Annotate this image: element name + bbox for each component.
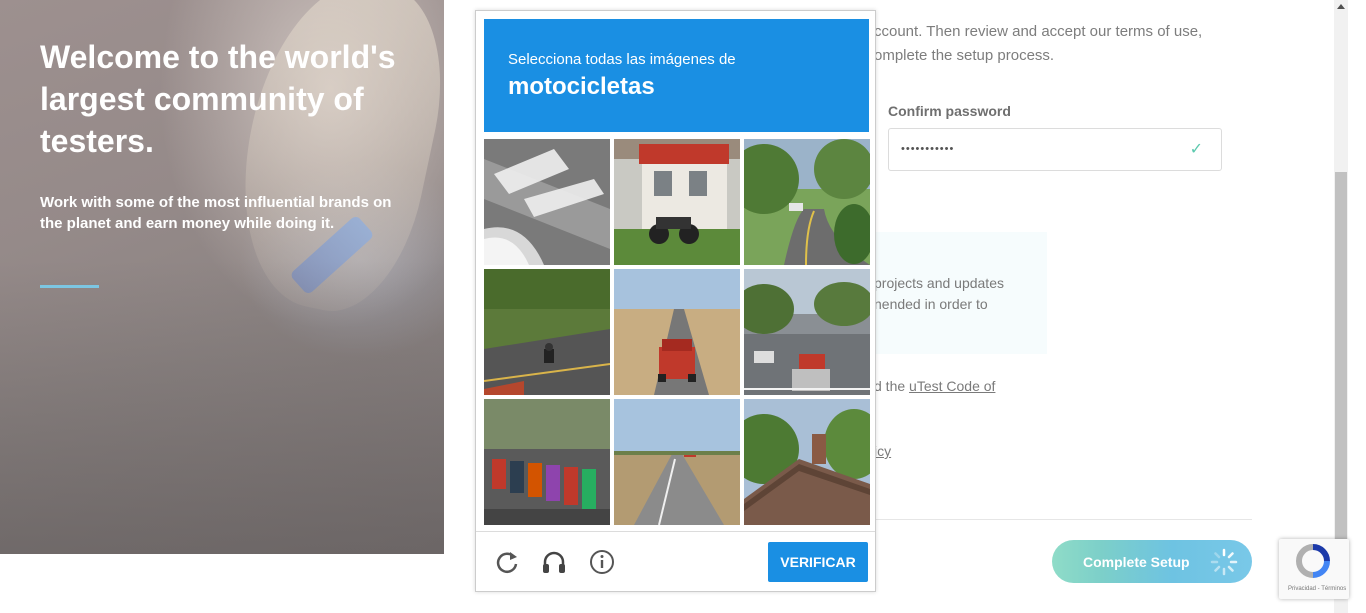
captcha-tile-4[interactable] <box>484 269 610 395</box>
captcha-tile-6[interactable] <box>744 269 870 395</box>
code-prefix: d the <box>874 378 910 394</box>
hero-subtitle: Work with some of the most influential b… <box>40 194 392 232</box>
check-icon: ✓ <box>1189 141 1203 158</box>
captcha-image-grid <box>484 139 870 525</box>
captcha-tile-8[interactable] <box>614 399 740 525</box>
loading-spinner-icon <box>1210 548 1238 576</box>
form-intro-line1: ccount. Then review and accept our terms… <box>874 23 1203 40</box>
captcha-tile-7[interactable] <box>484 399 610 525</box>
hero-divider <box>40 285 99 288</box>
form-intro-line2: omplete the setup process. <box>874 47 1055 64</box>
captcha-challenge: Selecciona todas las imágenes de motocic… <box>475 10 876 592</box>
scrollbar-thumb[interactable] <box>1335 172 1347 542</box>
captcha-tile-2[interactable] <box>614 139 740 265</box>
scroll-up-arrow-icon[interactable] <box>1337 4 1345 9</box>
captcha-tile-9[interactable] <box>744 399 870 525</box>
privacy-policy-link[interactable]: icy <box>874 443 891 459</box>
info-icon[interactable] <box>589 549 615 575</box>
confirm-password-label: Confirm password <box>888 103 1011 119</box>
captcha-header: Selecciona todas las imágenes de motocic… <box>484 19 869 132</box>
house-roof-image <box>744 399 870 525</box>
recaptcha-logo-icon <box>1295 544 1330 578</box>
form-divider <box>872 519 1252 520</box>
code-of-conduct-link[interactable]: uTest Code of <box>909 378 995 394</box>
captcha-tile-3[interactable] <box>744 139 870 265</box>
confirm-password-field[interactable]: ••••••••••• ✓ <box>888 128 1222 171</box>
motorcycle-building-image <box>614 139 740 265</box>
road-marking-image <box>484 139 610 265</box>
hero-photo-shadow <box>0 260 444 554</box>
captcha-tile-1[interactable] <box>484 139 610 265</box>
curved-road-image <box>744 139 870 265</box>
recaptcha-terms[interactable]: Privacidad - Términos <box>1288 586 1346 592</box>
info-line1: projects and updates <box>874 275 1004 291</box>
captcha-tile-5[interactable] <box>614 269 740 395</box>
complete-setup-button[interactable]: Complete Setup <box>1052 540 1252 583</box>
captcha-target: motocicletas <box>508 73 655 100</box>
red-truck-image <box>614 269 740 395</box>
motorcycle-on-road-image <box>484 269 610 395</box>
hero-panel: Welcome to the world's largest community… <box>0 0 444 554</box>
reload-icon[interactable] <box>494 549 520 575</box>
row-of-motorcycles-image <box>484 399 610 525</box>
info-text: projects and updates nended in order to <box>874 273 1004 315</box>
recaptcha-badge[interactable]: Privacidad - Términos <box>1279 539 1349 599</box>
audio-headphones-icon[interactable] <box>541 549 567 575</box>
captcha-footer: VERIFICAR <box>476 531 875 592</box>
intersection-image <box>744 269 870 395</box>
complete-setup-label: Complete Setup <box>1083 554 1190 570</box>
captcha-instruction: Selecciona todas las imágenes de <box>508 51 736 68</box>
verify-button[interactable]: VERIFICAR <box>768 542 868 582</box>
hero-title: Welcome to the world's largest community… <box>40 39 396 159</box>
highway-image <box>614 399 740 525</box>
confirm-password-value: ••••••••••• <box>901 143 955 155</box>
code-of-conduct-text: d the uTest Code of <box>874 378 995 394</box>
info-line2: nended in order to <box>874 296 988 312</box>
